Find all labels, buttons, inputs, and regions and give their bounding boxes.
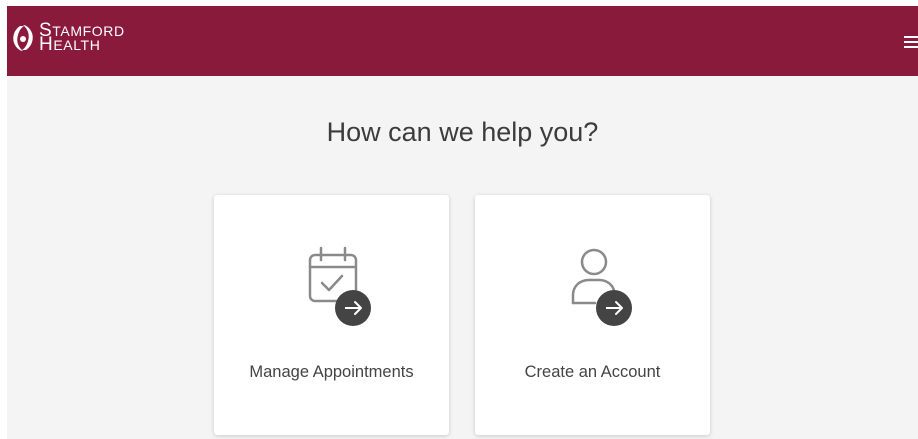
logo-line-2: HEALTH: [39, 35, 125, 54]
stamford-health-logo-icon: [13, 25, 33, 51]
logo-initial-h: H: [39, 34, 54, 55]
stamford-health-logo[interactable]: STAMFORD HEALTH: [11, 21, 125, 54]
create-account-card[interactable]: Create an Account: [475, 195, 710, 435]
site-header: STAMFORD HEALTH: [7, 6, 918, 76]
user-arrow-icon: [571, 248, 632, 326]
main-content: How can we help you? Manage Appointments: [7, 76, 918, 439]
logo-text-ealth: EALTH: [53, 37, 101, 53]
page: STAMFORD HEALTH How can we help you? Man…: [0, 0, 918, 439]
hamburger-menu-icon[interactable]: [904, 35, 918, 49]
calendar-check-arrow-icon: [308, 246, 371, 326]
manage-appointments-label: Manage Appointments: [249, 363, 414, 381]
page-title: How can we help you?: [326, 117, 599, 147]
logo-wordmark: STAMFORD HEALTH: [39, 21, 125, 54]
manage-appointments-card[interactable]: Manage Appointments: [214, 195, 449, 435]
create-account-label: Create an Account: [524, 363, 661, 381]
